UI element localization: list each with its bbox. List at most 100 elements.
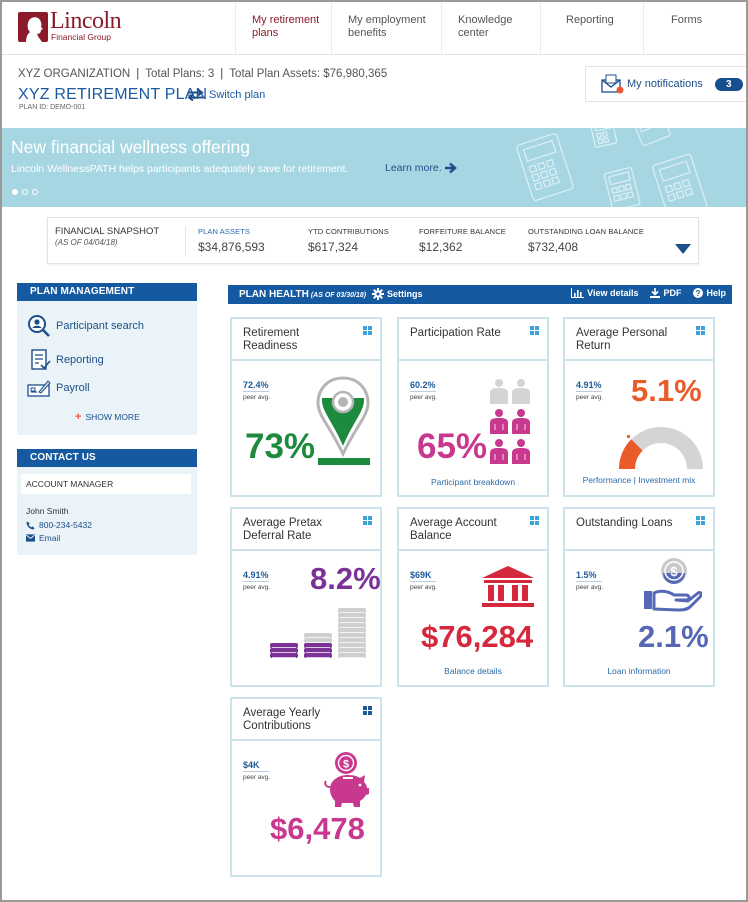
learn-more-link[interactable]: Learn more. <box>385 162 458 174</box>
person-icon <box>490 439 508 464</box>
tile-header: Average Yearly Contributions <box>232 699 380 741</box>
snapshot-label: OUTSTANDING LOAN BALANCE <box>528 227 645 236</box>
carousel-dot-1[interactable] <box>12 189 18 195</box>
tile-grid-menu-icon[interactable] <box>696 326 705 335</box>
peer-average-label: peer avg. <box>243 774 271 781</box>
notifications-button[interactable]: My notifications 3 <box>585 66 746 102</box>
nav-label: My employment <box>348 14 426 26</box>
coin-stack <box>304 633 332 658</box>
plan-management-title: PLAN MANAGEMENT <box>17 283 197 301</box>
bank-building-icon <box>482 566 534 607</box>
tile-grid-menu-icon[interactable] <box>363 326 372 335</box>
nav-label: My retirement <box>252 14 320 26</box>
pdf-download-button[interactable]: PDF <box>650 288 681 298</box>
payroll-link[interactable]: Payroll <box>27 379 90 397</box>
report-checklist-icon <box>31 349 51 370</box>
plan-health-label: PLAN HEALTH <box>239 289 309 300</box>
tile-grid-menu-icon[interactable] <box>363 516 372 525</box>
tile-average-yearly-contributions: Average Yearly Contributions $4K peer avg… <box>230 697 382 877</box>
tile-title: Average Personal Return <box>576 327 686 353</box>
tile-title-line: Outstanding Loans <box>576 517 673 529</box>
financial-snapshot: FINANCIAL SNAPSHOT (AS OF 04/04/18) PLAN… <box>47 217 699 264</box>
nav-label: center <box>458 27 489 39</box>
email-envelope-icon <box>26 534 35 542</box>
carousel-dot-3[interactable] <box>32 189 38 195</box>
peer-average-value: 4.91% <box>576 380 602 392</box>
nav-reporting[interactable]: Reporting <box>540 2 643 55</box>
balance-details-link[interactable]: Balance details <box>399 666 547 676</box>
nav-label: Forms <box>671 14 703 26</box>
separator: | <box>220 68 224 80</box>
tile-grid-menu-icon[interactable] <box>530 326 539 335</box>
brand-subtitle: Financial Group <box>51 32 112 42</box>
person-icon <box>512 439 530 464</box>
snapshot-label: YTD CONTRIBUTIONS <box>308 227 389 236</box>
participation-rate-value: 65% <box>417 427 488 466</box>
piggy-bank-coin-icon: $ <box>324 752 369 807</box>
contact-us-panel: CONTACT US ACCOUNT MANAGER John Smith 80… <box>17 449 197 555</box>
help-button[interactable]: ? Help <box>693 288 726 298</box>
snapshot-label: FORFEITURE BALANCE <box>419 227 506 236</box>
peer-average: $69K peer avg. <box>410 565 437 591</box>
lincoln-logo[interactable]: Lincoln Financial Group <box>18 8 128 44</box>
peer-average-label: peer avg. <box>243 584 271 591</box>
coin-stacks-icon <box>270 608 366 658</box>
switch-plan-button[interactable]: Switch plan <box>187 89 265 101</box>
peer-average-label: peer avg. <box>576 394 604 401</box>
nav-label: Reporting <box>566 14 614 26</box>
person-icon <box>512 409 530 434</box>
organization-summary: XYZ ORGANIZATION | Total Plans: 3 | Total Pl… <box>18 68 387 80</box>
bar-chart-icon <box>571 288 585 298</box>
tile-title: Retirement Readiness <box>243 327 353 353</box>
email-label: Email <box>39 533 61 543</box>
tile-grid-menu-icon[interactable] <box>696 516 705 525</box>
loan-information-link[interactable]: Loan information <box>565 666 713 676</box>
notifications-label: My notifications <box>627 78 703 90</box>
performance-link[interactable]: Performance <box>583 475 632 485</box>
tile-header: Average Pretax Deferral Rate <box>232 509 380 551</box>
carousel-dot-2[interactable] <box>22 189 28 195</box>
nav-knowledge-center[interactable]: Knowledge center <box>441 2 540 55</box>
svg-text:?: ? <box>696 289 701 298</box>
notifications-count-badge: 3 <box>714 77 743 91</box>
phone-link[interactable]: 800-234-5432 <box>26 520 92 530</box>
nav-my-employment-benefits[interactable]: My employment benefits <box>331 2 441 55</box>
settings-label: Settings <box>387 289 423 299</box>
main-nav: My retirement plans My employment benefi… <box>235 2 746 55</box>
tile-title-line: Average Pretax <box>243 517 323 529</box>
show-more-button[interactable]: + SHOW MORE <box>75 411 140 423</box>
tile-title-line: Average Personal <box>576 327 668 339</box>
nav-my-retirement-plans[interactable]: My retirement plans <box>235 2 331 55</box>
settings-button[interactable]: Settings <box>372 288 423 300</box>
banner-text: Lincoln WellnessPATH helps participants … <box>11 163 349 175</box>
peer-average: $4K peer avg. <box>243 755 270 781</box>
nav-forms[interactable]: Forms <box>643 2 746 55</box>
peer-average-value: 72.4% <box>243 380 269 392</box>
plan-health-header: PLAN HEALTH (AS OF 03/30/18) Settings Vie… <box>228 285 732 304</box>
page: Lincoln Financial Group My retirement pl… <box>2 2 746 900</box>
tile-header: Participation Rate <box>399 319 547 361</box>
tile-title: Outstanding Loans <box>576 517 686 530</box>
expand-snapshot-caret-icon[interactable] <box>675 244 691 254</box>
svg-text:$: $ <box>343 759 349 771</box>
peer-average-label: peer avg. <box>410 394 438 401</box>
view-details-button[interactable]: View details <box>571 288 638 298</box>
pdf-label: PDF <box>663 288 682 298</box>
hand-coin-loan-icon: $ <box>644 558 702 612</box>
email-link[interactable]: Email <box>26 533 60 543</box>
peer-average-label: peer avg. <box>410 584 438 591</box>
snapshot-as-of: (AS OF 04/04/18) <box>55 238 118 247</box>
participant-search-link[interactable]: Participant search <box>27 314 144 338</box>
tile-grid-menu-icon[interactable] <box>363 706 372 715</box>
peer-average-value: $69K <box>410 570 436 582</box>
learn-more-label: Learn more. <box>385 162 442 174</box>
tile-grid-menu-icon[interactable] <box>530 516 539 525</box>
tile-title: Average Account Balance <box>410 517 520 543</box>
location-pin-icon <box>316 376 370 465</box>
participant-breakdown-link[interactable]: Participant breakdown <box>399 477 547 487</box>
reporting-link[interactable]: Reporting <box>31 349 104 371</box>
investment-mix-link[interactable]: Investment mix <box>638 475 695 485</box>
total-plans: Total Plans: 3 <box>145 68 215 80</box>
banner-title: New financial wellness offering <box>11 137 250 157</box>
tile-title-line: Participation Rate <box>410 327 501 339</box>
